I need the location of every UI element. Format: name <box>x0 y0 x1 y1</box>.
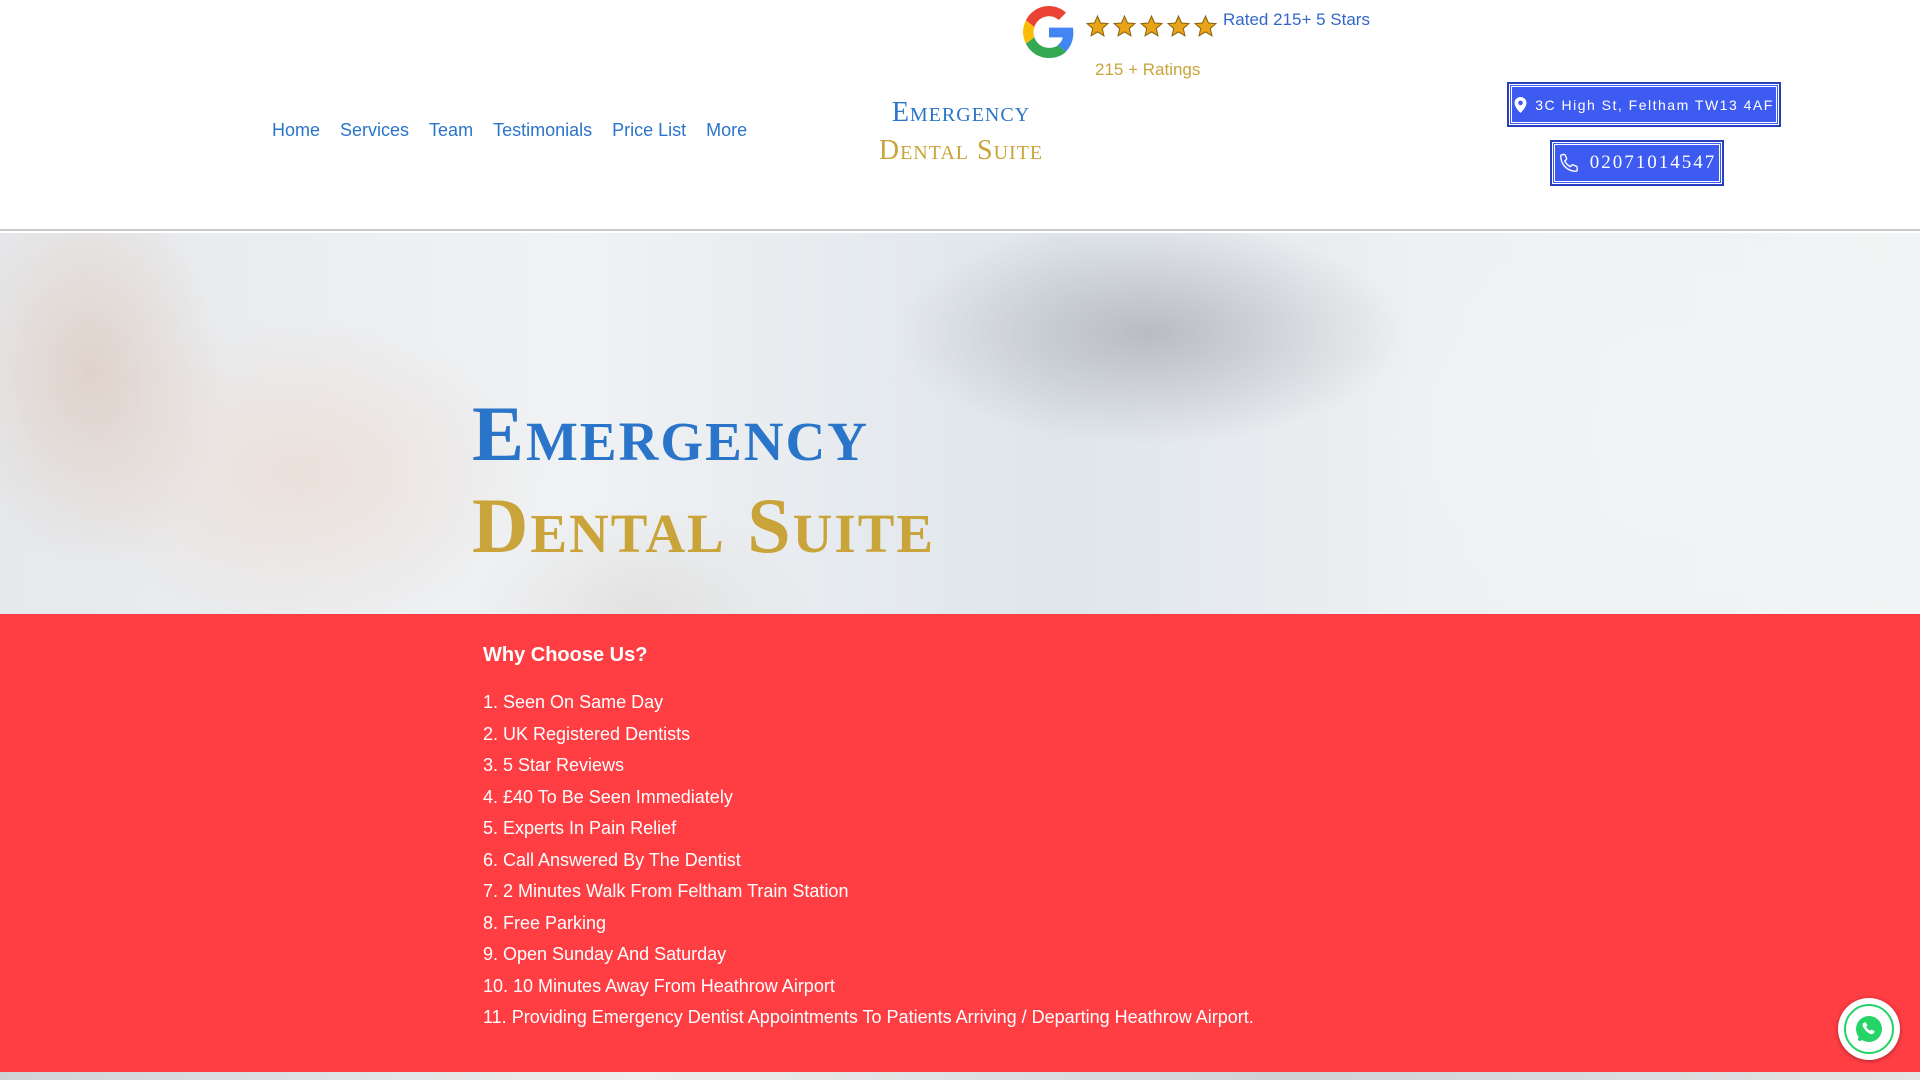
why-choose-us-title: Why Choose Us? <box>483 644 648 666</box>
whatsapp-ring <box>1844 1004 1894 1054</box>
list-item: 6. Call Answered By The Dentist <box>483 849 741 870</box>
hero-title-line-2: Dental Suite <box>472 482 936 569</box>
star-icon <box>1085 14 1110 37</box>
list-item: 8. Free Parking <box>483 912 607 933</box>
list-item: 5. Experts In Pain Relief <box>483 818 677 838</box>
nav-item-more[interactable]: More <box>696 118 757 143</box>
list-item: 1. Seen On Same Day <box>483 692 664 712</box>
phone-icon <box>1559 153 1578 172</box>
rated-text: Rated 215+ 5 Stars <box>1223 10 1370 29</box>
why-choose-us-section: Why Choose Us? 1. Seen On Same Day 2. UK… <box>0 614 1920 1072</box>
star-icon <box>1139 14 1164 37</box>
nav-item-home[interactable]: Home <box>272 118 330 143</box>
nav-item-services[interactable]: Services <box>330 118 419 143</box>
list-item: 4. £40 To Be Seen Immediately <box>483 786 733 807</box>
star-icon <box>1166 14 1191 37</box>
list-item: 11. Providing Emergency Dentist Appointm… <box>483 1007 1254 1027</box>
star-icon <box>1112 14 1137 37</box>
ratings-count: 215 + Ratings <box>1095 60 1201 79</box>
list-item: 2. UK Registered Dentists <box>483 723 691 744</box>
star-icon <box>1193 14 1218 37</box>
address-label: 3C High St, Feltham TW13 4AF <box>1535 96 1774 113</box>
logo-line-2: Dental Suite <box>878 135 1044 166</box>
phone-number: 02071014547 <box>1589 152 1717 173</box>
hero-image-overlay <box>0 233 1920 614</box>
site-logo[interactable]: Emergency Dental Suite <box>840 94 1082 170</box>
google-logo-icon <box>1023 6 1074 58</box>
list-item: 3. 5 Star Reviews <box>483 755 625 775</box>
nav-item-team[interactable]: Team <box>419 118 483 143</box>
whatsapp-button[interactable] <box>1838 998 1900 1060</box>
logo-line-1: Emergency <box>891 97 1031 128</box>
list-item: 7. 2 Minutes Walk From Feltham Train Sta… <box>483 881 849 901</box>
phone-button[interactable]: 02071014547 <box>1550 140 1724 186</box>
main-nav: Home Services Team Testimonials Price Li… <box>272 118 757 143</box>
list-item: 10. 10 Minutes Away From Heathrow Airpor… <box>483 975 835 996</box>
nav-item-testimonials[interactable]: Testimonials <box>483 118 602 143</box>
whatsapp-icon <box>1856 1016 1882 1042</box>
why-choose-us-list: 1. Seen On Same Day 2. UK Registered Den… <box>483 687 1283 1034</box>
star-rating <box>1085 14 1218 39</box>
hero-title-line-1: Emergency <box>472 390 869 477</box>
map-pin-icon <box>1514 96 1527 113</box>
next-section-edge <box>0 1072 1920 1080</box>
address-button[interactable]: 3C High St, Feltham TW13 4AF <box>1507 82 1781 127</box>
hero-title: Emergency Dental Suite <box>472 388 935 572</box>
list-item: 9. Open Sunday And Saturday <box>483 944 727 964</box>
hero-banner: Emergency Dental Suite <box>0 233 1920 614</box>
nav-item-price-list[interactable]: Price List <box>602 118 696 143</box>
site-header: Rated 215+ 5 Stars 215 + Ratings Home Se… <box>0 0 1920 231</box>
